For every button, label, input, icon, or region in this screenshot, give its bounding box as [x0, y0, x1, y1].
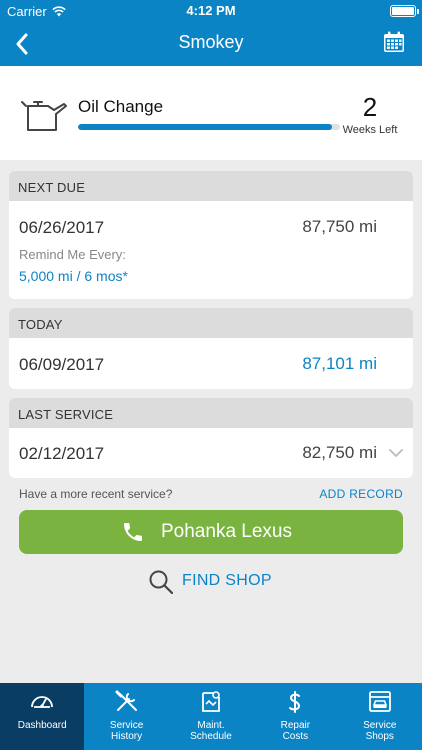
next-due-header: NEXT DUE — [9, 171, 413, 201]
wrench-screwdriver-icon — [115, 690, 138, 711]
shop-icon — [368, 691, 391, 712]
remind-interval[interactable]: 5,000 mi / 6 mos* — [19, 268, 128, 284]
today-card: TODAY 06/09/2017 87,101 mi — [9, 308, 413, 389]
nav-bar: Smokey — [0, 22, 422, 66]
service-progress-bar — [78, 124, 340, 130]
tab-label-line2: Schedule — [190, 731, 232, 742]
tab-service-history[interactable]: Service History — [84, 683, 168, 750]
last-service-mileage: 82,750 mi — [302, 443, 377, 462]
weeks-left-label: Weeks Left — [342, 124, 398, 136]
last-service-header: LAST SERVICE — [9, 398, 413, 428]
tab-maint-schedule[interactable]: Maint. Schedule — [169, 683, 253, 750]
tab-label: Service — [363, 720, 397, 731]
status-bar: Carrier 4:12 PM — [0, 0, 422, 22]
tab-label: Service — [109, 720, 144, 731]
search-icon — [149, 570, 174, 595]
tab-label: Repair — [280, 720, 311, 731]
tab-bar: Dashboard Service History Maint. Schedul… — [0, 683, 422, 750]
status-time: 4:12 PM — [186, 3, 236, 18]
oil-can-icon — [21, 101, 67, 131]
tab-label-line2: Costs — [282, 731, 309, 742]
gauge-icon — [31, 696, 53, 708]
remind-label: Remind Me Every: — [19, 247, 126, 262]
today-header: TODAY — [9, 308, 413, 338]
page-title: Smokey — [178, 32, 244, 52]
battery-icon — [390, 5, 419, 17]
last-service-date: 02/12/2017 — [19, 444, 105, 463]
dollar-icon — [289, 691, 301, 713]
call-shop-label: Pohanka Lexus — [161, 521, 292, 542]
next-due-card: NEXT DUE 06/26/2017 87,750 mi Remind Me … — [9, 171, 413, 299]
tab-label-line2: Shops — [365, 731, 394, 742]
weeks-left-value: 2 — [362, 92, 378, 122]
today-mileage[interactable]: 87,101 mi — [302, 354, 377, 374]
service-name: Oil Change — [78, 97, 164, 116]
schedule-icon — [201, 691, 220, 712]
chevron-down-icon[interactable] — [389, 448, 403, 458]
last-service-card[interactable]: LAST SERVICE 02/12/2017 82,750 mi — [9, 398, 413, 478]
recent-service-question: Have a more recent service? — [19, 487, 173, 501]
add-record-link[interactable]: ADD RECORD — [319, 487, 403, 501]
phone-icon — [124, 523, 142, 541]
tab-label: Dashboard — [17, 720, 67, 731]
call-shop-button[interactable]: Pohanka Lexus — [19, 510, 403, 554]
next-due-date: 06/26/2017 — [19, 218, 105, 237]
tab-repair-costs[interactable]: Repair Costs — [253, 683, 337, 750]
calendar-icon[interactable] — [382, 30, 406, 54]
next-due-mileage: 87,750 mi — [302, 217, 377, 236]
service-progress-fill — [78, 124, 333, 130]
tab-label: Maint. — [197, 720, 225, 731]
tab-service-shops[interactable]: Service Shops — [338, 683, 422, 750]
find-shop-button[interactable]: FIND SHOP — [148, 569, 288, 595]
today-date: 06/09/2017 — [19, 355, 105, 374]
tab-dashboard[interactable]: Dashboard — [0, 683, 85, 750]
top-bar: Carrier 4:12 PM Smokey — [0, 0, 422, 66]
tab-label-line2: History — [111, 731, 143, 742]
find-shop-label: FIND SHOP — [182, 572, 272, 589]
